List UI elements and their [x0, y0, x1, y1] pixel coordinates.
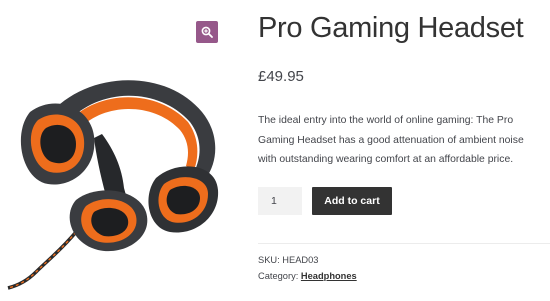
zoom-button[interactable] [196, 21, 218, 43]
category-line: Category: Headphones [258, 271, 357, 281]
product-gallery [0, 0, 236, 301]
sku-line: SKU: HEAD03 [258, 255, 318, 265]
add-to-cart-button[interactable]: Add to cart [312, 187, 392, 215]
product-title: Pro Gaming Headset [258, 12, 524, 44]
headset-cable [7, 230, 78, 290]
headset-image[interactable] [6, 50, 234, 290]
product-description: The ideal entry into the world of online… [258, 115, 524, 165]
sku-label: SKU: [258, 255, 280, 265]
quantity-input[interactable] [258, 187, 302, 215]
product-price: £49.95 [258, 68, 304, 85]
divider [258, 243, 550, 244]
category-label: Category: [258, 271, 299, 281]
sku-value: HEAD03 [282, 255, 319, 265]
product-summary: Pro Gaming Headset £49.95 The ideal entr… [258, 0, 550, 301]
category-link[interactable]: Headphones [301, 271, 357, 281]
magnifier-plus-icon [201, 26, 213, 38]
